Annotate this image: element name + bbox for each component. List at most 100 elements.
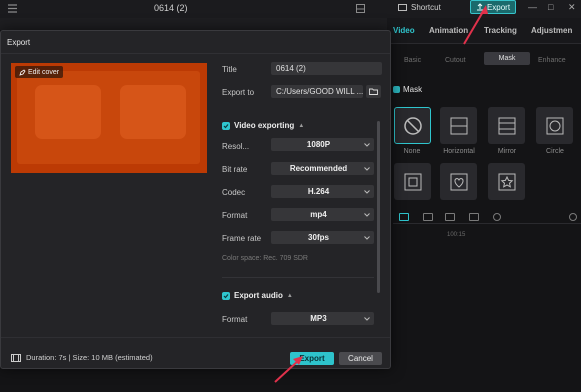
keyframe-icon[interactable] [399, 213, 409, 221]
chevron-down-icon [360, 189, 374, 194]
horizontal-mask-icon [450, 117, 467, 134]
mask-rectangle[interactable] [394, 163, 431, 200]
edit-cover-label: Edit cover [28, 68, 60, 76]
export-button[interactable]: Export [290, 352, 334, 365]
capcut-app: 0614 (2) Shortcut Export — □ ✕ Video Ani… [0, 0, 581, 392]
minimize-icon[interactable]: — [528, 2, 537, 12]
audio-export-section: Export audio ▲ [222, 291, 293, 300]
cover-window-left [35, 85, 101, 139]
mask-heading: Mask [393, 85, 422, 94]
none-icon [403, 116, 422, 135]
browse-folder-button[interactable] [366, 85, 381, 98]
video-export-label: Video exporting [234, 121, 295, 130]
framerate-select[interactable]: 30fps [271, 231, 374, 244]
format-select[interactable]: mp4 [271, 208, 374, 221]
circle-mask-icon [546, 117, 563, 134]
maximize-icon[interactable]: □ [548, 2, 553, 12]
settings-scrollbar[interactable] [377, 121, 380, 293]
chevron-down-icon [360, 166, 374, 171]
color-space-info: Color space: Rec. 709 SDR [222, 255, 308, 262]
subtab-cutout[interactable]: Cutout [445, 54, 466, 67]
menu-icon[interactable] [8, 4, 17, 13]
keyboard-icon [398, 4, 407, 11]
editor-toolbar [0, 18, 387, 30]
video-export-checkbox[interactable] [222, 121, 230, 130]
layout-icon[interactable] [356, 4, 365, 13]
codec-label: Codec [222, 188, 246, 197]
upload-icon [476, 3, 483, 11]
tab-tracking[interactable]: Tracking [484, 26, 517, 35]
top-bar: 0614 (2) Shortcut Export — □ ✕ [0, 0, 581, 18]
star-mask-icon [498, 173, 515, 190]
mask-none[interactable] [394, 107, 431, 144]
video-export-section: Video exporting ▲ [222, 121, 304, 130]
mask-heart[interactable] [440, 163, 477, 200]
export-to-label: Export to [222, 88, 255, 97]
pencil-icon [19, 68, 26, 76]
film-icon [11, 353, 21, 362]
mask-mirror[interactable] [488, 107, 525, 144]
link-icon[interactable] [445, 213, 455, 221]
section-divider [222, 277, 374, 278]
dialog-title: Export [7, 38, 31, 47]
audio-export-label: Export audio [234, 291, 283, 300]
collapse-caret-icon[interactable]: ▲ [298, 123, 304, 129]
timeline-time: 100:15 [447, 232, 466, 238]
chevron-down-icon [360, 316, 374, 321]
title-label: Title [222, 65, 237, 74]
cancel-button[interactable]: Cancel [339, 352, 382, 365]
audio-export-checkbox[interactable] [222, 291, 230, 300]
resolution-value: 1080P [306, 140, 331, 149]
mask-star[interactable] [488, 163, 525, 200]
mask-mirror-label: Mirror [497, 148, 517, 155]
edit-cover-button[interactable]: Edit cover [15, 66, 64, 78]
mask-horizontal-label: Horizontal [443, 148, 475, 155]
framerate-label: Frame rate [222, 234, 262, 243]
mask-toggle[interactable] [393, 86, 400, 93]
project-title: 0614 (2) [154, 3, 188, 13]
shortcut-button[interactable]: Shortcut [398, 1, 441, 14]
keyframe-toolbar [393, 210, 581, 224]
mirror-mask-icon [498, 117, 515, 134]
mask-none-label: None [403, 148, 421, 155]
export-top-button[interactable]: Export [470, 0, 516, 14]
codec-select[interactable]: H.264 [271, 185, 374, 198]
resolution-select[interactable]: 1080P [271, 138, 374, 151]
dialog-header-divider [1, 53, 390, 54]
codec-value: H.264 [307, 187, 330, 196]
close-icon[interactable]: ✕ [568, 2, 576, 13]
split-icon[interactable] [423, 213, 433, 221]
cover-image [17, 71, 200, 164]
mask-horizontal[interactable] [440, 107, 477, 144]
subtab-mask[interactable]: Mask [484, 52, 530, 65]
collapse-caret-icon[interactable]: ▲ [287, 293, 293, 299]
title-input[interactable]: 0614 (2) [271, 62, 382, 75]
resolution-label: Resol... [222, 142, 250, 151]
check-icon [223, 123, 229, 128]
bitrate-value: Recommended [289, 164, 348, 173]
mask-circle[interactable] [536, 107, 573, 144]
cover-preview[interactable]: Edit cover [11, 63, 207, 173]
audio-format-value: MP3 [310, 314, 327, 323]
shortcut-label: Shortcut [411, 3, 441, 12]
zoom-in-icon[interactable] [569, 213, 577, 221]
tab-video[interactable]: Video [393, 26, 415, 35]
folder-icon [369, 88, 378, 95]
zoom-out-icon[interactable] [493, 213, 501, 221]
export-top-label: Export [486, 2, 511, 12]
mask-heading-label: Mask [403, 85, 423, 94]
tab-adjustment[interactable]: Adjustmen [531, 26, 572, 35]
bitrate-label: Bit rate [222, 165, 248, 174]
cover-window-right [120, 85, 186, 139]
chevron-down-icon [360, 212, 374, 217]
chevron-down-icon [360, 235, 374, 240]
audio-format-select[interactable]: MP3 [271, 312, 374, 325]
tab-animation[interactable]: Animation [429, 26, 468, 35]
bitrate-select[interactable]: Recommended [271, 162, 374, 175]
subtab-enhance[interactable]: Enhance [538, 54, 566, 67]
export-path-input[interactable]: C:/Users/GOOD WILL ... [271, 85, 363, 98]
export-info: Duration: 7s | Size: 10 MB (estimated) [11, 353, 153, 362]
subtab-basic[interactable]: Basic [404, 54, 421, 67]
caption-icon[interactable] [469, 213, 479, 221]
framerate-value: 30fps [308, 233, 329, 242]
